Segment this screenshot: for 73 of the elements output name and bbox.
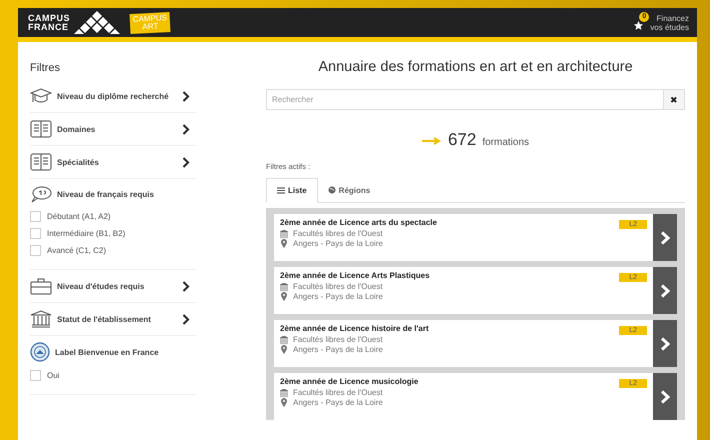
chevron-right-icon [182,156,190,168]
open-button[interactable] [653,320,677,367]
chevron-right-icon [182,90,190,102]
school-name: Facultés libres de l'Ouest [293,335,383,344]
location-text: Angers - Pays de la Loire [293,239,383,248]
chevron-right-icon [182,124,190,134]
results-count-label: formations [482,137,530,148]
speech-bubble-icon [30,185,52,203]
view-tab[interactable]: Régions [318,178,380,202]
checkbox-label: Débutant (A1, A2) [47,212,111,221]
list-icon [277,187,285,194]
logo-text: FRANCE [28,22,70,32]
institution-building-icon [280,230,288,238]
star-icon[interactable] [633,20,644,31]
checkbox[interactable] [30,228,41,239]
checkbox-label: Oui [47,371,60,380]
briefcase-icon [30,277,52,295]
pyramid-icon [74,10,120,34]
checkbox-label: Intermédiaire (B1, B2) [47,229,126,238]
filter-group-title: Niveau de français requis [57,190,155,198]
label-seal-icon [30,342,50,362]
chevron-right-icon [182,280,190,292]
formation-title: 2ème année de Licence musicologie [280,377,420,386]
map-pin-icon [280,398,288,407]
location-text: Angers - Pays de la Loire [293,345,383,354]
map-pin-icon [280,239,288,248]
formation-title: 2ème année de Licence Arts Plastiques [280,271,431,280]
page-title: Annuaire des formations en art et en architecture [317,59,634,75]
school-name: Facultés libres de l'Ouest [293,229,383,238]
open-button[interactable] [653,373,677,420]
checkbox-label: Avancé (C1, C2) [47,246,106,255]
filter-menu-item[interactable]: Domaines [30,113,196,146]
open-book-icon [30,120,52,138]
map-pin-icon [280,292,288,301]
view-tab[interactable]: Liste [266,178,318,203]
arrow-right-icon [422,137,442,145]
institution-building-icon [30,310,52,328]
filter-group-title: Label Bienvenue en France [55,348,160,356]
logo-text: CAMPUS [28,14,70,22]
chevron-right-icon [660,230,670,244]
filter-menu-item[interactable]: Spécialités [30,146,196,179]
location-text: Angers - Pays de la Loire [293,398,383,407]
campus-france-logo[interactable]: CAMPUS FRANCE CAMPUS ART [28,10,170,34]
filters-heading: Filtres [30,62,61,74]
filter-menu-item[interactable]: Statut de l'établissement [30,303,196,336]
open-button[interactable] [653,214,677,261]
finance-link[interactable]: Financez vos études [650,14,689,32]
results-count: 672 [448,130,476,150]
chevron-right-icon [182,314,190,324]
school-name: Facultés libres de l'Ouest [293,388,383,397]
filter-menu-item[interactable]: Niveau d'études requis [30,270,196,303]
checkbox[interactable] [30,245,41,256]
map-pin-icon [280,345,288,354]
formation-title: 2ème année de Licence histoire de l'art [280,324,430,333]
institution-building-icon [280,282,288,290]
institution-building-icon [280,388,288,396]
campus-art-tag: CAMPUS ART [130,11,171,34]
chevron-right-icon [660,390,670,404]
clear-search-button[interactable]: ✖ [663,89,685,110]
location-text: Angers - Pays de la Loire [293,292,383,301]
institution-building-icon [280,336,288,344]
open-book-icon [30,153,52,171]
filter-menu-item[interactable]: Niveau du diplôme recherché [30,80,196,113]
graduation-cap-icon [30,87,52,105]
formation-title: 2ème année de Licence arts du spectacle [280,218,438,227]
chevron-right-icon [660,284,670,298]
checkbox[interactable] [30,370,41,381]
checkbox[interactable] [30,211,41,222]
open-button[interactable] [653,267,677,314]
chevron-right-icon [660,336,670,350]
search-field[interactable]: Rechercher [266,89,663,110]
globe-icon [328,186,336,194]
school-name: Facultés libres de l'Ouest [293,282,383,291]
